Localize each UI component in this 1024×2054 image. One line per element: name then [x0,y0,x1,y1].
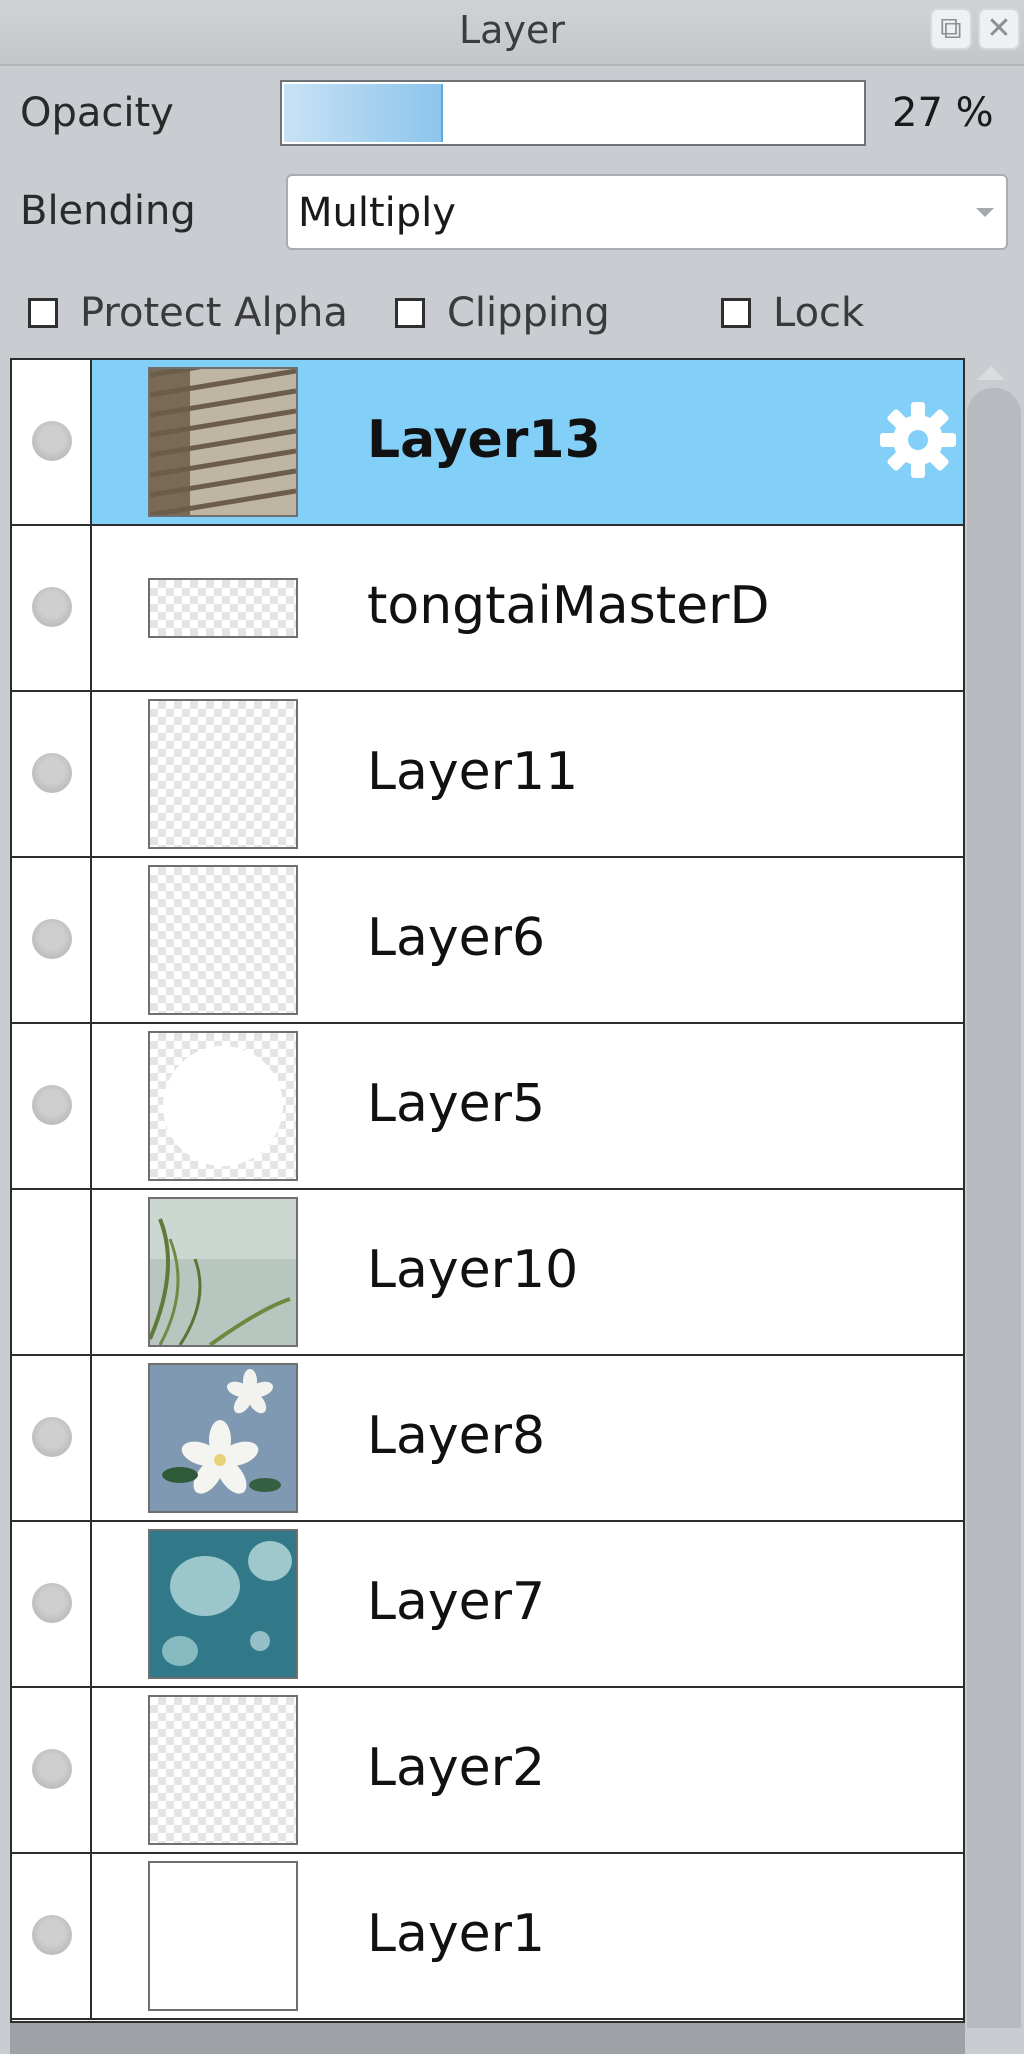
clipping-option[interactable]: Clipping [395,286,610,340]
layer-row[interactable]: Layer13 [12,360,963,526]
visibility-toggle[interactable] [12,1522,92,1686]
layer-name: Layer10 [367,1240,579,1300]
visibility-toggle[interactable] [12,858,92,1022]
layer-row[interactable]: Layer2 [12,1688,963,1854]
visibility-toggle[interactable] [12,1024,92,1188]
opacity-slider-fill [284,84,444,142]
layer-name: Layer8 [367,1406,546,1466]
lock-label: Lock [773,290,865,336]
protect-alpha-checkbox[interactable] [28,298,58,328]
clipping-label: Clipping [447,290,610,336]
detach-window-icon[interactable]: ⧉ [930,8,972,50]
visibility-dot-icon [32,1915,72,1955]
layer-list-scrollbar[interactable] [965,358,1024,2028]
opacity-slider[interactable] [280,80,866,146]
scroll-up-icon[interactable] [977,366,1005,380]
layer-row[interactable]: Layer5 [12,1024,963,1190]
layer-thumbnail [148,1031,298,1181]
visibility-dot-icon [32,1749,72,1789]
chevron-down-icon [976,208,994,217]
layer-thumbnail [148,1529,298,1679]
layer-name: Layer11 [367,742,579,802]
layer-name: Layer6 [367,908,546,968]
layer-name: Layer1 [367,1904,546,1964]
layer-name: Layer5 [367,1074,546,1134]
scrollbar-thumb[interactable] [967,388,1021,2028]
blending-select[interactable]: Multiply [286,174,1008,250]
visibility-dot-icon [32,1085,72,1125]
visibility-toggle[interactable] [12,1190,92,1354]
visibility-toggle[interactable] [12,1688,92,1852]
layer-settings-gear-icon[interactable] [878,400,958,480]
visibility-dot-icon [32,1417,72,1457]
visibility-toggle[interactable] [12,360,92,524]
layer-thumbnail [148,578,298,638]
visibility-dot-icon [32,919,72,959]
opacity-label: Opacity [20,90,174,136]
layer-thumbnail [148,1363,298,1513]
visibility-dot-icon [32,1583,72,1623]
layer-name: Layer2 [367,1738,546,1798]
layer-name: tongtaiMasterD [367,576,770,636]
visibility-toggle[interactable] [12,526,92,690]
panel-bottom-bar [10,2023,965,2054]
layer-thumbnail [148,1861,298,2011]
blending-selected-value: Multiply [298,190,456,236]
visibility-toggle[interactable] [12,692,92,856]
layer-row[interactable]: Layer1 [12,1854,963,2020]
layer-thumbnail [148,865,298,1015]
layer-thumbnail [148,699,298,849]
lock-checkbox[interactable] [721,298,751,328]
layer-name: Layer7 [367,1572,546,1632]
layer-list[interactable]: Layer13 tongtaiMasterD Layer11 Layer6 Layer5… [10,358,965,2023]
layer-thumbnail [148,1695,298,1845]
close-icon[interactable]: ✕ [978,8,1020,50]
protect-alpha-option[interactable]: Protect Alpha [28,286,348,340]
layer-row[interactable]: Layer11 [12,692,963,858]
visibility-toggle[interactable] [12,1854,92,2018]
layer-thumbnail [148,367,298,517]
visibility-dot-icon [32,753,72,793]
visibility-toggle[interactable] [12,1356,92,1520]
blending-label: Blending [20,188,196,234]
protect-alpha-label: Protect Alpha [80,290,348,336]
layer-row[interactable]: tongtaiMasterD [12,526,963,692]
visibility-dot-icon [32,421,72,461]
clipping-checkbox[interactable] [395,298,425,328]
layer-row[interactable]: Layer6 [12,858,963,1024]
layer-row[interactable]: Layer8 [12,1356,963,1522]
layer-thumbnail [148,1197,298,1347]
panel-title: Layer [459,8,565,52]
layer-name: Layer13 [367,410,601,470]
visibility-dot-icon [32,587,72,627]
layer-row[interactable]: Layer10 [12,1190,963,1356]
layer-row[interactable]: Layer7 [12,1522,963,1688]
lock-option[interactable]: Lock [721,286,864,340]
panel-titlebar: Layer ⧉ ✕ [0,0,1024,66]
opacity-value: 27 % [892,90,994,136]
